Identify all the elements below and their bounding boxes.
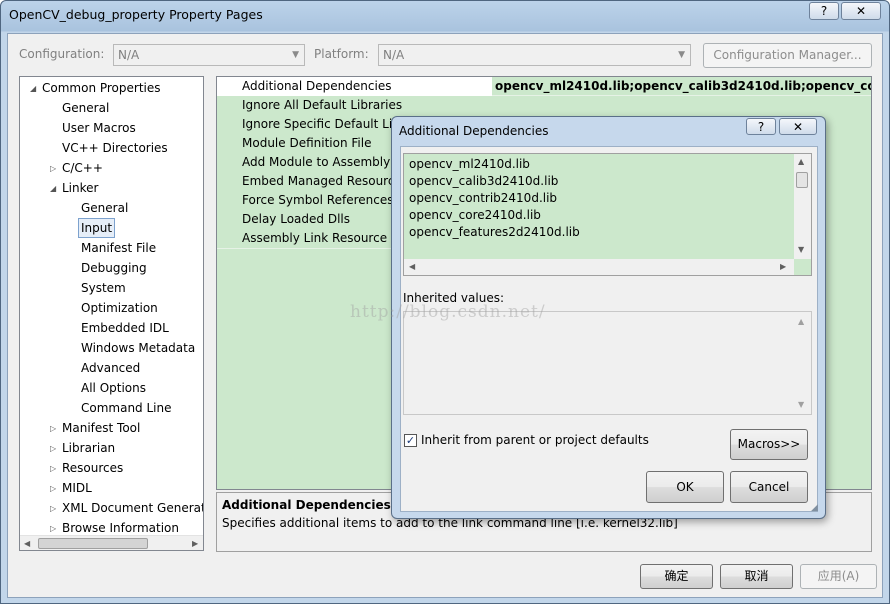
expand-arrow-icon[interactable]: ▷ xyxy=(50,444,56,453)
help-icon: ? xyxy=(820,4,828,18)
checkmark-icon: ✓ xyxy=(405,434,416,447)
help-icon: ? xyxy=(757,120,765,134)
configuration-manager-button[interactable]: Configuration Manager... xyxy=(703,43,872,68)
cancel-button[interactable]: 取消 xyxy=(720,564,793,589)
dialog-cancel-button[interactable]: Cancel xyxy=(730,471,808,503)
tree-item[interactable]: XML Document Generator xyxy=(62,499,203,517)
dependency-line[interactable]: opencv_ml2410d.lib xyxy=(409,156,530,173)
tree-item[interactable]: Manifest Tool xyxy=(62,419,140,437)
deps-scroll-thumb[interactable] xyxy=(796,172,808,188)
description-title: Additional Dependencies xyxy=(222,498,391,512)
tree-item[interactable]: System xyxy=(81,279,126,297)
tree-item[interactable]: Common Properties xyxy=(42,79,161,97)
property-row[interactable]: Ignore All Default Libraries xyxy=(217,96,516,116)
inherited-vertical-scrollbar[interactable]: ▲ ▼ xyxy=(794,312,811,414)
configuration-value: N/A xyxy=(118,48,140,62)
scroll-right-icon: ▶ xyxy=(780,262,787,271)
scroll-down-icon: ▼ xyxy=(798,400,805,409)
expand-arrow-icon[interactable]: ▷ xyxy=(50,164,56,173)
tree-item[interactable]: Command Line xyxy=(81,399,172,417)
tree-item[interactable]: Windows Metadata xyxy=(81,339,195,357)
scroll-up-icon: ▲ xyxy=(798,317,805,326)
tree-item[interactable]: All Options xyxy=(81,379,146,397)
chevron-down-icon: ▼ xyxy=(292,50,299,60)
tree-item[interactable]: VC++ Directories xyxy=(62,139,168,157)
dependencies-editor[interactable]: opencv_ml2410d.lib opencv_calib3d2410d.li… xyxy=(403,153,812,276)
tree-item[interactable]: Embedded IDL xyxy=(81,319,169,337)
dependency-line[interactable]: opencv_contrib2410d.lib xyxy=(409,190,557,207)
dialog-help-button[interactable]: ? xyxy=(746,118,776,135)
scroll-up-icon: ▲ xyxy=(798,157,805,166)
platform-value: N/A xyxy=(383,48,405,62)
platform-label: Platform: xyxy=(314,47,369,61)
ok-button[interactable]: 确定 xyxy=(640,564,713,589)
scroll-left-icon: ◀ xyxy=(24,539,31,548)
close-icon: ✕ xyxy=(855,4,867,18)
resize-grip-icon[interactable]: ◢ xyxy=(811,503,818,513)
tree-item[interactable]: C/C++ xyxy=(62,159,103,177)
close-icon: ✕ xyxy=(792,120,804,134)
apply-button[interactable]: 应用(A) xyxy=(800,564,877,589)
tree-item[interactable]: Librarian xyxy=(62,439,115,457)
dependency-line[interactable]: opencv_core2410d.lib xyxy=(409,207,541,224)
deps-horizontal-scrollbar[interactable]: ◀ ▶ xyxy=(404,259,794,275)
tree-item[interactable]: Input xyxy=(78,218,116,238)
scroll-down-icon: ▼ xyxy=(798,245,805,254)
dialog-title: Additional Dependencies xyxy=(399,124,549,138)
configuration-label: Configuration: xyxy=(19,47,105,61)
expand-arrow-icon[interactable]: ▷ xyxy=(50,484,56,493)
chevron-down-icon: ▼ xyxy=(678,50,685,60)
expand-arrow-icon[interactable]: ▷ xyxy=(50,524,56,533)
watermark-text: http://blog.csdn.net/ xyxy=(350,302,546,322)
tree-item[interactable]: Optimization xyxy=(81,299,158,317)
scroll-right-icon: ▶ xyxy=(192,539,199,548)
tree-hscroll-thumb[interactable] xyxy=(38,538,148,549)
tree-item[interactable]: General xyxy=(81,199,128,217)
tree-item[interactable]: Linker xyxy=(62,179,98,197)
inherited-values-box: ▲ ▼ xyxy=(403,311,812,415)
dialog-ok-button[interactable]: OK xyxy=(646,471,724,503)
window-title: OpenCV_debug_property Property Pages xyxy=(9,7,263,22)
tree-item[interactable]: User Macros xyxy=(62,119,136,137)
tree-item[interactable]: Resources xyxy=(62,459,123,477)
expand-arrow-icon[interactable]: ▷ xyxy=(50,464,56,473)
property-value-cell[interactable]: opencv_ml2410d.lib;opencv_calib3d2410d.l… xyxy=(492,77,871,96)
tree-item[interactable]: Debugging xyxy=(81,259,147,277)
collapse-arrow-icon[interactable]: ◢ xyxy=(50,184,56,193)
property-tree[interactable]: ◢ Common Properties General User Macros VC++… xyxy=(19,76,204,551)
expand-arrow-icon[interactable]: ▷ xyxy=(50,424,56,433)
tree-item[interactable]: Manifest File xyxy=(81,239,156,257)
expand-arrow-icon[interactable]: ▷ xyxy=(50,504,56,513)
dependency-line[interactable]: opencv_features2d2410d.lib xyxy=(409,224,580,241)
macros-button[interactable]: Macros>> xyxy=(730,429,808,460)
platform-combo[interactable]: N/A ▼ xyxy=(378,44,691,66)
inherit-checkbox-label: Inherit from parent or project defaults xyxy=(421,433,649,447)
tree-horizontal-scrollbar[interactable]: ◀ ▶ xyxy=(20,535,203,550)
configuration-combo[interactable]: N/A ▼ xyxy=(113,44,305,66)
dialog-close-button[interactable]: ✕ xyxy=(779,118,817,135)
tree-item[interactable]: General xyxy=(62,99,109,117)
dependency-line[interactable]: opencv_calib3d2410d.lib xyxy=(409,173,558,190)
property-row[interactable]: Additional Dependencies xyxy=(217,77,516,97)
inherit-checkbox[interactable]: ✓ xyxy=(404,434,417,447)
deps-vertical-scrollbar[interactable]: ▲ ▼ xyxy=(794,154,811,259)
scroll-left-icon: ◀ xyxy=(409,262,416,271)
tree-item[interactable]: Advanced xyxy=(81,359,140,377)
window-help-button[interactable]: ? xyxy=(809,2,839,20)
tree-item[interactable]: MIDL xyxy=(62,479,92,497)
window-close-button[interactable]: ✕ xyxy=(841,2,881,20)
collapse-arrow-icon[interactable]: ◢ xyxy=(30,84,36,93)
